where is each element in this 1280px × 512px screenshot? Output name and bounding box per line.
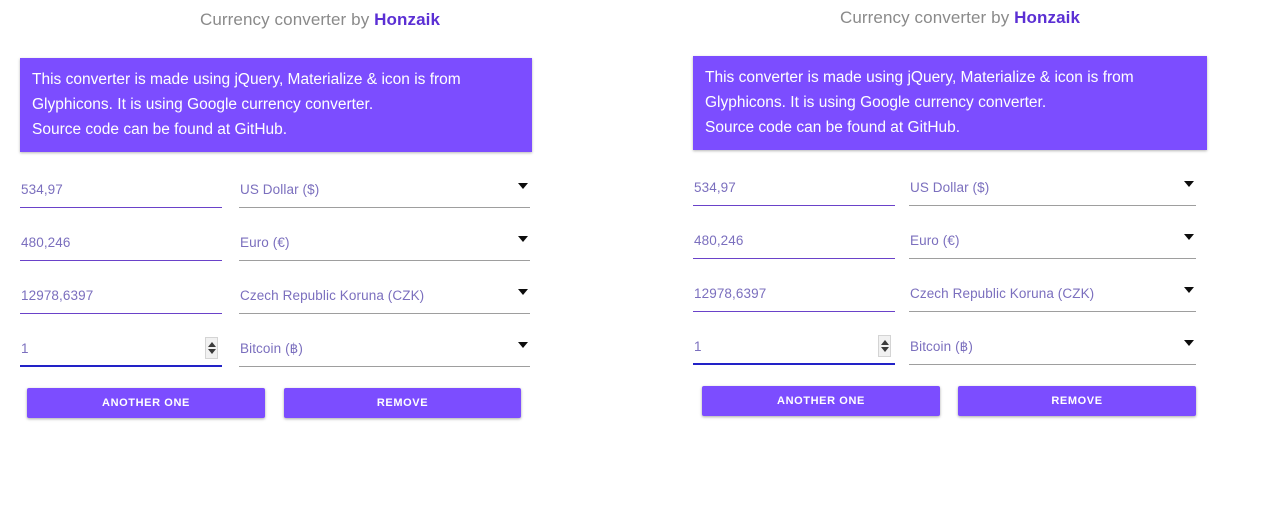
info-card: This converter is made using jQuery, Mat…	[693, 56, 1207, 150]
amount-input-1[interactable]: 534,97	[693, 170, 895, 206]
info-card-line-2: Glyphicons. It is using Google currency …	[32, 96, 374, 113]
currency-value: Bitcoin (฿)	[910, 338, 973, 354]
amount-input-2[interactable]: 480,246	[20, 225, 222, 261]
currency-value: Euro (€)	[910, 233, 960, 248]
amount-input-3[interactable]: 12978,6397	[693, 276, 895, 312]
amount-input-2[interactable]: 480,246	[693, 223, 895, 259]
currency-select-4[interactable]: Bitcoin (฿)	[239, 331, 530, 367]
conversion-row: 480,246 Euro (€)	[693, 223, 1196, 276]
currency-value: US Dollar ($)	[240, 182, 320, 197]
conversion-row: 480,246 Euro (€)	[20, 225, 530, 278]
currency-select-3[interactable]: Czech Republic Koruna (CZK)	[909, 276, 1196, 312]
amount-value: 12978,6397	[694, 286, 767, 301]
currency-select-2[interactable]: Euro (€)	[239, 225, 530, 261]
conversion-row: 1 Bitcoin (฿)	[693, 329, 1196, 382]
page-title-brand: Honzaik	[1014, 8, 1081, 27]
remove-button[interactable]: REMOVE	[958, 386, 1196, 416]
info-card-line-2: Glyphicons. It is using Google currency …	[705, 94, 1047, 111]
amount-input-4[interactable]: 1	[20, 331, 222, 367]
conversion-row: 534,97 US Dollar ($)	[20, 172, 530, 225]
info-card-line-1: This converter is made using jQuery, Mat…	[32, 71, 461, 88]
stepper-down-icon[interactable]	[207, 349, 216, 354]
currency-converter-screen: Currency converter by Honzaik This conve…	[0, 0, 1280, 512]
amount-input-3[interactable]: 12978,6397	[20, 278, 222, 314]
amount-value: 12978,6397	[21, 288, 94, 303]
chevron-down-icon	[518, 342, 528, 348]
currency-select-4[interactable]: Bitcoin (฿)	[909, 329, 1196, 365]
converter-panel-right: Currency converter by Honzaik This conve…	[640, 0, 1280, 512]
conversion-row: 12978,6397 Czech Republic Koruna (CZK)	[693, 276, 1196, 329]
number-stepper-icon[interactable]	[878, 335, 891, 357]
info-card-line-3: Source code can be found at GitHub.	[705, 119, 961, 136]
amount-value: 1	[694, 338, 702, 354]
amount-value: 480,246	[21, 235, 71, 250]
chevron-down-icon	[1184, 287, 1194, 293]
stepper-up-icon[interactable]	[880, 340, 889, 345]
amount-value: 1	[21, 340, 29, 356]
info-card-line-3: Source code can be found at GitHub.	[32, 121, 288, 138]
conversion-row: 1 Bitcoin (฿)	[20, 331, 530, 384]
stepper-down-icon[interactable]	[880, 347, 889, 352]
conversion-row: 534,97 US Dollar ($)	[693, 170, 1196, 223]
conversion-rows: 534,97 US Dollar ($) 480,246 Euro (€) 12…	[20, 172, 530, 384]
conversion-row: 12978,6397 Czech Republic Koruna (CZK)	[20, 278, 530, 331]
page-title: Currency converter by Honzaik	[640, 8, 1280, 28]
currency-value: US Dollar ($)	[910, 180, 990, 195]
chevron-down-icon	[518, 289, 528, 295]
another-one-button[interactable]: ANOTHER ONE	[702, 386, 940, 416]
amount-input-4[interactable]: 1	[693, 329, 895, 365]
currency-select-3[interactable]: Czech Republic Koruna (CZK)	[239, 278, 530, 314]
conversion-rows: 534,97 US Dollar ($) 480,246 Euro (€) 12…	[693, 170, 1196, 382]
currency-value: Czech Republic Koruna (CZK)	[240, 288, 425, 303]
currency-value: Euro (€)	[240, 235, 290, 250]
converter-panel-left: Currency converter by Honzaik This conve…	[0, 0, 640, 512]
page-title: Currency converter by Honzaik	[0, 10, 640, 30]
another-one-button[interactable]: ANOTHER ONE	[27, 388, 265, 418]
info-card: This converter is made using jQuery, Mat…	[20, 58, 532, 152]
info-card-line-1: This converter is made using jQuery, Mat…	[705, 69, 1134, 86]
page-title-prefix: Currency converter by	[199, 10, 375, 29]
remove-button[interactable]: REMOVE	[284, 388, 521, 418]
currency-select-2[interactable]: Euro (€)	[909, 223, 1196, 259]
currency-value: Bitcoin (฿)	[240, 340, 303, 356]
number-stepper-icon[interactable]	[205, 337, 218, 359]
chevron-down-icon	[518, 236, 528, 242]
currency-select-1[interactable]: US Dollar ($)	[239, 172, 530, 208]
currency-select-1[interactable]: US Dollar ($)	[909, 170, 1196, 206]
page-title-prefix: Currency converter by	[839, 8, 1015, 27]
chevron-down-icon	[518, 183, 528, 189]
page-title-brand: Honzaik	[374, 10, 441, 29]
chevron-down-icon	[1184, 181, 1194, 187]
amount-value: 534,97	[21, 182, 63, 197]
amount-value: 534,97	[694, 180, 736, 195]
amount-input-1[interactable]: 534,97	[20, 172, 222, 208]
currency-value: Czech Republic Koruna (CZK)	[910, 286, 1095, 301]
amount-value: 480,246	[694, 233, 744, 248]
chevron-down-icon	[1184, 340, 1194, 346]
chevron-down-icon	[1184, 234, 1194, 240]
stepper-up-icon[interactable]	[207, 342, 216, 347]
